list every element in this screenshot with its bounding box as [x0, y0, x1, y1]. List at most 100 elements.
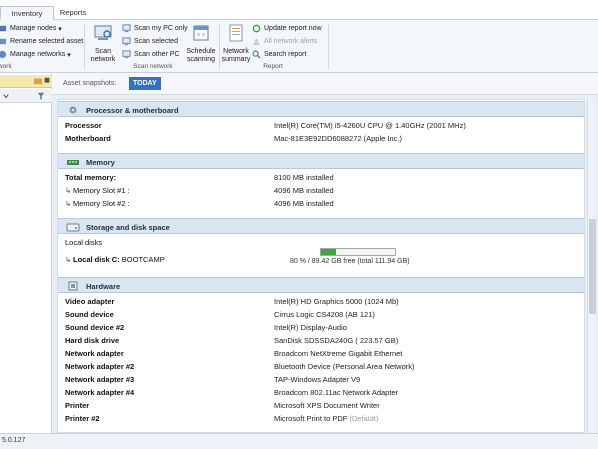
disk-label: Local disk C: [73, 255, 120, 264]
ribbon: Manage nodes ▾ Rename selected asset Man… [0, 20, 598, 73]
section-hardware[interactable]: Hardware [58, 277, 584, 293]
hard-disk-icon [66, 223, 80, 232]
info-row: ↳ Memory Slot #2 : 4096 MB installed [58, 197, 584, 210]
manage-nodes-button[interactable]: Manage nodes ▾ [0, 24, 62, 33]
info-key: Processor [65, 121, 102, 130]
info-value: Intel(R) HD Graphics 5000 (1024 Mb) [274, 295, 399, 308]
pc-icon [122, 24, 131, 33]
scan-my-pc-button[interactable]: Scan my PC only [122, 24, 188, 33]
info-key: Hard disk drive [65, 336, 120, 345]
section-processor-title: Processor & motherboard [86, 106, 179, 115]
rename-asset-button[interactable]: Rename selected asset [0, 37, 83, 46]
memory-icon [67, 160, 79, 165]
search-report-label: Search report [264, 51, 307, 58]
refresh-icon [252, 24, 261, 33]
version-label: 5.0.127 [2, 437, 26, 444]
info-value-text: Intel(R) HD Graphics 5000 (1024 Mb) [274, 297, 399, 306]
info-row: Total memory: 8100 MB installed [58, 171, 584, 184]
tab-inventory[interactable]: Inventory [0, 6, 54, 20]
info-value-text: Broadcom NetXtreme Gigabit Ethernet [274, 349, 403, 358]
info-value: Microsoft Print to PDF (Default) [274, 412, 378, 425]
search-report-button[interactable]: Search report [252, 50, 306, 59]
navigation-toolbar [0, 89, 52, 103]
info-value: Intel(R) Core(TM) i5-4260U CPU @ 1.40GHz… [274, 121, 466, 130]
chevron-down-icon[interactable] [2, 92, 10, 100]
dropdown-arrow-icon: ▾ [56, 25, 62, 33]
scan-selected-label: Scan selected [134, 38, 178, 45]
asset-snapshots-bar: Asset snapshots: TODAY [52, 73, 598, 95]
info-key: Sound device [65, 310, 114, 319]
info-value: 8100 MB installed [274, 173, 334, 182]
asset-snapshots-label: Asset snapshots: [63, 80, 117, 87]
section-storage[interactable]: Storage and disk space [58, 218, 584, 234]
pin-icon [44, 77, 50, 83]
disk-name: BOOTCAMP [121, 255, 165, 264]
pc-icon [122, 37, 131, 46]
report-icon [229, 24, 243, 42]
vertical-scrollbar[interactable] [587, 99, 596, 433]
memory-slot-label: Memory Slot #1 : [73, 186, 130, 195]
info-row: Processor Intel(R) Core(TM) i5-4260U CPU… [58, 119, 584, 132]
section-hardware-title: Hardware [86, 282, 121, 291]
dropdown-arrow-icon: ▾ [65, 51, 71, 59]
hardware-row: Network adapter Broadcom NetXtreme Gigabi… [58, 347, 584, 360]
info-value: Intel(R) Display-Audio [274, 321, 347, 334]
scrollbar-thumb[interactable] [589, 219, 596, 314]
info-value-text: Microsoft Print to PDF [274, 414, 348, 423]
default-badge: (Default) [349, 414, 379, 423]
info-key: Total memory: [65, 173, 117, 182]
info-key: Network adapter #3 [65, 375, 135, 384]
section-memory[interactable]: Memory [58, 153, 584, 169]
manage-networks-label: Manage networks [10, 51, 66, 58]
sub-item-arrow-icon: ↳ [65, 255, 72, 264]
nodes-icon [0, 25, 7, 32]
section-processor[interactable]: Processor & motherboard [58, 101, 584, 117]
info-key: Network adapter [65, 349, 124, 358]
info-value-text: SanDisk SDSSDA240G ( 223.57 GB) [274, 336, 399, 345]
network-summary-label: Network summary [221, 48, 251, 63]
info-row: ↳ Memory Slot #1 : 4096 MB installed [58, 184, 584, 197]
info-key: Printer #2 [65, 414, 100, 423]
tab-reports[interactable]: Reports [54, 6, 92, 20]
info-value-text: Bluetooth Device (Personal Area Network) [274, 362, 415, 371]
scan-selected-button[interactable]: Scan selected [122, 37, 178, 46]
info-key: Motherboard [65, 134, 111, 143]
group-separator [84, 24, 85, 70]
update-report-button[interactable]: Update report now [252, 24, 322, 33]
report-group-label: Report [263, 63, 283, 70]
asset-details-content: Processor & motherboard Processor Intel(… [57, 99, 585, 433]
info-value: 4096 MB installed [274, 199, 334, 208]
rename-asset-label: Rename selected asset [10, 38, 84, 45]
info-key: Local disks [65, 238, 103, 247]
info-key: Network adapter #4 [65, 388, 135, 397]
sub-item-arrow-icon: ↳ [65, 186, 72, 195]
schedule-scanning-button[interactable]: Schedule scanning [184, 23, 218, 64]
network-summary-button[interactable]: Network summary [220, 23, 252, 64]
asset-details-pane: Asset snapshots: TODAY Processor & mothe… [52, 73, 598, 433]
network-icon [0, 50, 7, 59]
all-network-alerts-button[interactable]: All network alerts [252, 37, 317, 46]
scan-network-button[interactable]: Scan network [88, 23, 118, 64]
status-bar: 5.0.127 [0, 433, 598, 449]
filter-icon[interactable] [36, 92, 46, 100]
left-group-label: work [0, 63, 12, 70]
scan-other-pc-button[interactable]: Scan other PC [122, 50, 180, 59]
manage-networks-button[interactable]: Manage networks ▾ [0, 50, 71, 59]
chip-icon [68, 281, 78, 291]
info-value-text: Intel(R) Display-Audio [274, 323, 347, 332]
section-memory-title: Memory [86, 158, 115, 167]
info-key: Video adapter [65, 297, 115, 306]
info-key: ↳ Memory Slot #1 : [65, 184, 130, 197]
info-value: Microsoft XPS Document Writer [274, 399, 380, 412]
all-network-alerts-label: All network alerts [264, 38, 318, 45]
hardware-row: Printer #2 Microsoft Print to PDF (Defaul… [58, 412, 584, 425]
snapshot-today-button[interactable]: TODAY [129, 77, 161, 90]
info-value-text: Microsoft XPS Document Writer [274, 401, 380, 410]
info-value: Cirrus Logic CS4208 (AB 121) [274, 308, 375, 321]
navigation-pane [0, 73, 52, 433]
hardware-row: Sound device #2 Intel(R) Display-Audio [58, 321, 584, 334]
info-value: Broadcom NetXtreme Gigabit Ethernet [274, 347, 402, 360]
hardware-row: Hard disk drive SanDisk SDSSDA240G ( 223.… [58, 334, 584, 347]
scan-network-label: Scan network [90, 48, 116, 63]
info-key: ↳ Memory Slot #2 : [65, 197, 130, 210]
